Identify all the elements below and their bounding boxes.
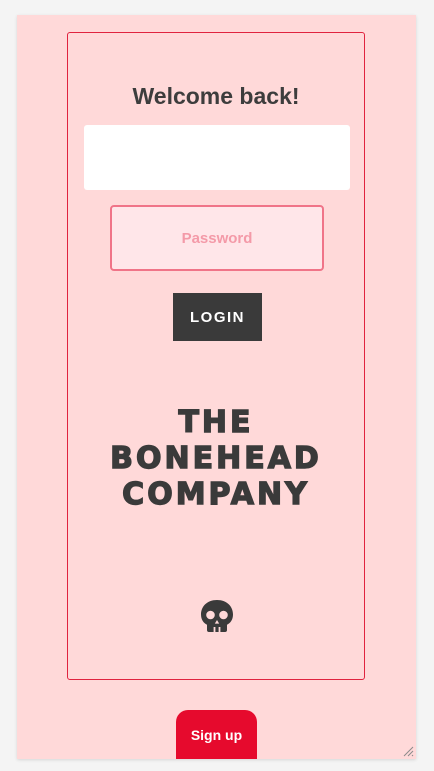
resize-handle-icon[interactable] — [402, 745, 414, 757]
login-button[interactable]: LOGIN — [173, 293, 262, 341]
password-input[interactable] — [110, 205, 324, 271]
logo-line-3: COMPANY — [121, 476, 310, 512]
welcome-heading: Welcome back! — [132, 83, 300, 109]
username-input[interactable] — [84, 125, 350, 190]
sign-up-button[interactable]: Sign up — [176, 710, 257, 759]
logo-line-2: BONEHEAD — [109, 440, 322, 476]
logo-line-1: THE — [178, 404, 254, 440]
skull-icon — [201, 600, 233, 632]
company-logo: THE BONEHEAD COMPANY — [68, 404, 364, 513]
app-frame: Welcome back! LOGIN THE BONEHEAD COMPANY… — [17, 15, 416, 759]
login-card: Welcome back! LOGIN THE BONEHEAD COMPANY — [67, 32, 365, 680]
